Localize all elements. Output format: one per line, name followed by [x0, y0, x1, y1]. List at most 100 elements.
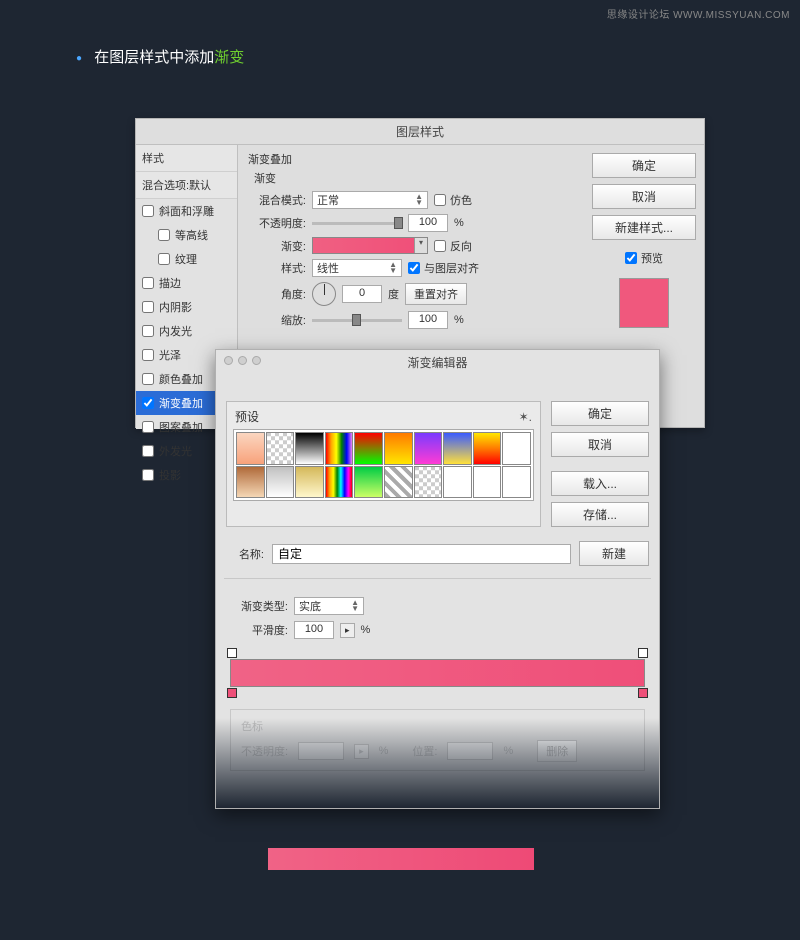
color-stop-right[interactable] — [638, 688, 648, 698]
checkbox[interactable] — [142, 421, 154, 433]
percent-label: % — [361, 624, 371, 636]
angle-value[interactable]: 0 — [342, 285, 382, 303]
new-button[interactable]: 新建 — [579, 541, 649, 566]
cancel-button[interactable]: 取消 — [551, 432, 649, 457]
preset-swatch[interactable] — [414, 432, 443, 465]
style-item-bevel[interactable]: 斜面和浮雕 — [136, 199, 237, 223]
checkbox[interactable] — [142, 301, 154, 313]
checkbox[interactable] — [142, 373, 154, 385]
bullet-icon: ● — [76, 53, 82, 64]
blend-mode-select[interactable]: 正常▲▼ — [312, 191, 428, 209]
ok-button[interactable]: 确定 — [592, 153, 696, 178]
dither-checkbox[interactable]: 仿色 — [434, 192, 472, 208]
window-controls — [224, 356, 261, 365]
preset-swatch[interactable] — [266, 466, 295, 499]
checkbox[interactable] — [142, 325, 154, 337]
angle-dial[interactable] — [312, 282, 336, 306]
subsection-title: 渐变 — [254, 170, 574, 186]
caption-highlight: 渐变 — [214, 49, 244, 66]
opacity-slider[interactable] — [312, 222, 402, 225]
gradient-label: 渐变: — [248, 238, 306, 254]
preset-swatch[interactable] — [266, 432, 295, 465]
load-button[interactable]: 载入... — [551, 471, 649, 496]
opacity-stop-right[interactable] — [638, 648, 648, 658]
gradient-name-input[interactable] — [272, 544, 571, 564]
align-checkbox[interactable]: 与图层对齐 — [408, 260, 479, 276]
style-item-inner-shadow[interactable]: 内阴影 — [136, 295, 237, 319]
cancel-button[interactable]: 取消 — [592, 184, 696, 209]
save-button[interactable]: 存储... — [551, 502, 649, 527]
preset-swatch[interactable] — [473, 466, 502, 499]
scale-value[interactable]: 100 — [408, 311, 448, 329]
window-minimize-icon[interactable] — [238, 356, 247, 365]
color-stops-label: 色标 — [241, 718, 634, 734]
checkbox[interactable] — [142, 277, 154, 289]
style-item-contour[interactable]: 等高线 — [136, 223, 237, 247]
preset-swatch[interactable] — [354, 466, 383, 499]
select-arrows-icon: ▲▼ — [389, 262, 397, 274]
preset-swatch[interactable] — [325, 432, 354, 465]
checkbox[interactable] — [142, 445, 154, 457]
select-arrows-icon: ▲▼ — [415, 194, 423, 206]
gradient-editor-title: 渐变编辑器 — [216, 350, 659, 375]
preset-swatch[interactable] — [384, 466, 413, 499]
opacity-stop-left[interactable] — [227, 648, 237, 658]
color-stops-section: 色标 不透明度: ▸ % 位置: % 删除 — [230, 709, 645, 771]
checkbox[interactable] — [142, 397, 154, 409]
preset-swatch[interactable] — [325, 466, 354, 499]
new-style-button[interactable]: 新建样式... — [592, 215, 696, 240]
style-item-inner-glow[interactable]: 内发光 — [136, 319, 237, 343]
window-close-icon[interactable] — [224, 356, 233, 365]
dropdown-icon[interactable]: ▾ — [414, 238, 427, 253]
position-input-disabled — [447, 742, 493, 760]
blend-options-row[interactable]: 混合选项:默认 — [136, 172, 237, 199]
reset-align-button[interactable]: 重置对齐 — [405, 283, 467, 305]
gear-icon[interactable]: ✶. — [519, 410, 532, 424]
color-stop-left[interactable] — [227, 688, 237, 698]
blend-mode-label: 混合模式: — [248, 192, 306, 208]
gradient-actions: 确定 取消 载入... 存储... — [551, 401, 649, 527]
style-label: 样式: — [248, 260, 306, 276]
select-arrows-icon: ▲▼ — [351, 600, 359, 612]
style-item-texture[interactable]: 纹理 — [136, 247, 237, 271]
styles-header[interactable]: 样式 — [136, 145, 237, 172]
preset-swatch[interactable] — [473, 432, 502, 465]
preset-swatch[interactable] — [443, 466, 472, 499]
checkbox[interactable] — [142, 205, 154, 217]
slider-thumb[interactable] — [352, 314, 361, 326]
preset-swatch[interactable] — [443, 432, 472, 465]
gradient-type-select[interactable]: 实底▲▼ — [294, 597, 364, 615]
percent-label: % — [454, 314, 464, 326]
preset-swatch[interactable] — [502, 432, 531, 465]
checkbox[interactable] — [142, 469, 154, 481]
gradient-bar[interactable] — [230, 659, 645, 687]
slider-thumb[interactable] — [394, 217, 403, 229]
checkbox[interactable] — [158, 229, 170, 241]
preset-swatch[interactable] — [295, 466, 324, 499]
preview-checkbox[interactable]: 预览 — [592, 250, 696, 266]
preset-swatch[interactable] — [236, 432, 265, 465]
preset-grid — [233, 429, 534, 501]
ok-button[interactable]: 确定 — [551, 401, 649, 426]
smoothness-value[interactable]: 100 — [294, 621, 334, 639]
style-select[interactable]: 线性▲▼ — [312, 259, 402, 277]
checkbox[interactable] — [158, 253, 170, 265]
gradient-swatch[interactable]: ▾ — [312, 237, 428, 254]
preset-swatch[interactable] — [414, 466, 443, 499]
stepper-icon[interactable]: ▸ — [340, 623, 355, 638]
opacity-label: 不透明度: — [248, 215, 306, 231]
preset-swatch[interactable] — [502, 466, 531, 499]
reverse-checkbox[interactable]: 反向 — [434, 238, 472, 254]
opacity-value[interactable]: 100 — [408, 214, 448, 232]
scale-slider[interactable] — [312, 319, 402, 322]
preset-swatch[interactable] — [236, 466, 265, 499]
checkbox[interactable] — [142, 349, 154, 361]
preset-swatch[interactable] — [295, 432, 324, 465]
delete-stop-button: 删除 — [537, 740, 577, 762]
style-item-stroke[interactable]: 描边 — [136, 271, 237, 295]
preset-swatch[interactable] — [354, 432, 383, 465]
window-zoom-icon[interactable] — [252, 356, 261, 365]
smoothness-label: 平滑度: — [230, 622, 288, 638]
opacity-input-disabled — [298, 742, 344, 760]
preset-swatch[interactable] — [384, 432, 413, 465]
